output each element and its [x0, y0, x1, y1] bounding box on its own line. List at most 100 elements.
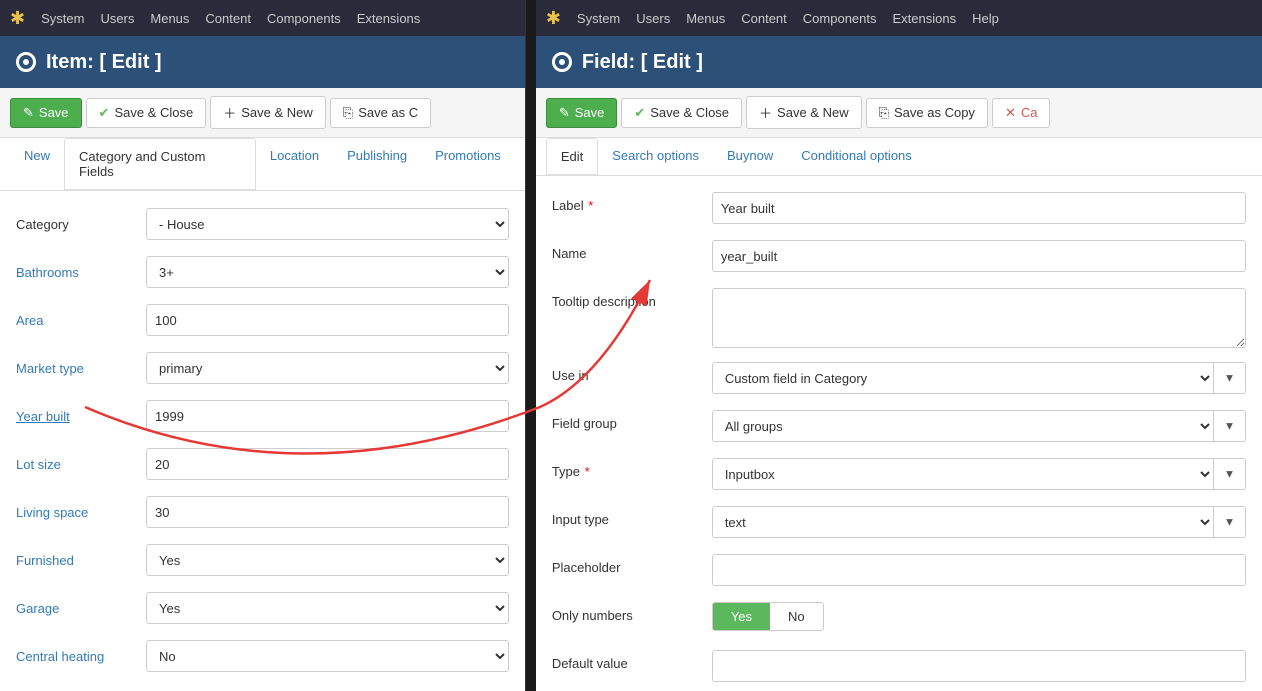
category-row: Category - House	[16, 207, 509, 241]
tab-location-left[interactable]: Location	[256, 138, 333, 190]
garage-row: Garage Yes No	[16, 591, 509, 625]
label-row: Label * Year built	[552, 192, 1246, 226]
placeholder-row: Placeholder	[552, 554, 1246, 588]
living-space-row: Living space	[16, 495, 509, 529]
plus-icon-right: ＋	[759, 103, 772, 122]
name-row: Name year_built	[552, 240, 1246, 274]
nav-content-left[interactable]: Content	[205, 11, 251, 26]
central-heating-row: Central heating No Yes	[16, 639, 509, 673]
field-group-label: Field group	[552, 410, 712, 431]
use-in-select[interactable]: Custom field in Category	[712, 362, 1214, 394]
use-in-row: Use in Custom field in Category ▾	[552, 362, 1246, 396]
nav-components-left[interactable]: Components	[267, 11, 341, 26]
tab-search-options-right[interactable]: Search options	[598, 138, 713, 175]
left-navbar: ✱ System Users Menus Content Components …	[0, 0, 525, 36]
type-dropdown-btn[interactable]: ▾	[1214, 458, 1246, 490]
save-close-button-right[interactable]: ✔ Save & Close	[621, 98, 742, 128]
label-field-label: Label *	[552, 192, 712, 213]
market-type-select[interactable]: primary	[146, 352, 509, 384]
field-group-dropdown-btn[interactable]: ▾	[1214, 410, 1246, 442]
label-field-input[interactable]: Year built	[712, 192, 1246, 224]
garage-select[interactable]: Yes No	[146, 592, 509, 624]
tab-new-left[interactable]: New	[10, 138, 64, 190]
nav-help-right[interactable]: Help	[972, 11, 999, 26]
default-value-label: Default value	[552, 650, 712, 671]
field-group-select[interactable]: All groups	[712, 410, 1214, 442]
right-content: Label * Year built Name year_built Toolt…	[536, 176, 1262, 691]
placeholder-input[interactable]	[712, 554, 1246, 586]
tab-edit-right[interactable]: Edit	[546, 138, 598, 176]
area-row: Area	[16, 303, 509, 337]
nav-extensions-left[interactable]: Extensions	[357, 11, 421, 26]
left-content: Category - House Bathrooms 3+ Area Marke…	[0, 191, 525, 691]
left-page-title: Item: [ Edit ]	[46, 51, 162, 74]
joomla-logo-right: ✱	[546, 9, 561, 27]
placeholder-label: Placeholder	[552, 554, 712, 575]
bathrooms-select[interactable]: 3+	[146, 256, 509, 288]
nav-system-left[interactable]: System	[41, 11, 84, 26]
nav-menus-right[interactable]: Menus	[686, 11, 725, 26]
type-select[interactable]: Inputbox	[712, 458, 1214, 490]
joomla-logo-left: ✱	[10, 9, 25, 27]
furnished-label[interactable]: Furnished	[16, 553, 146, 568]
area-input[interactable]	[146, 304, 509, 336]
nav-content-right[interactable]: Content	[741, 11, 787, 26]
tooltip-row: Tooltip description	[552, 288, 1246, 348]
only-numbers-no-btn[interactable]: No	[770, 603, 823, 630]
default-value-input[interactable]	[712, 650, 1246, 682]
use-in-dropdown-btn[interactable]: ▾	[1214, 362, 1246, 394]
input-type-dropdown-btn[interactable]: ▾	[1214, 506, 1246, 538]
save-button-left[interactable]: ✎ Save	[10, 98, 82, 128]
left-toolbar: ✎ Save ✔ Save & Close ＋ Save & New ⎘ Sav…	[0, 88, 525, 138]
living-space-label[interactable]: Living space	[16, 505, 146, 520]
tab-buynow-right[interactable]: Buynow	[713, 138, 787, 175]
save-new-button-right[interactable]: ＋ Save & New	[746, 96, 862, 129]
type-select-wrapper: Inputbox ▾	[712, 458, 1246, 490]
save-icon-right: ✎	[559, 105, 570, 121]
tab-promotions-left[interactable]: Promotions	[421, 138, 515, 190]
tab-conditional-right[interactable]: Conditional options	[787, 138, 926, 175]
save-new-button-left[interactable]: ＋ Save & New	[210, 96, 326, 129]
nav-system-right[interactable]: System	[577, 11, 620, 26]
save-as-button-left[interactable]: ⎘ Save as C	[330, 98, 431, 128]
living-space-input[interactable]	[146, 496, 509, 528]
panel-separator	[526, 0, 536, 691]
save-copy-button-right[interactable]: ⎘ Save as Copy	[866, 98, 988, 128]
year-built-input[interactable]	[146, 400, 509, 432]
bathrooms-label[interactable]: Bathrooms	[16, 265, 146, 280]
save-close-button-left[interactable]: ✔ Save & Close	[86, 98, 207, 128]
cancel-button-right[interactable]: ✕ Ca	[992, 98, 1051, 128]
lot-size-input[interactable]	[146, 448, 509, 480]
only-numbers-yes-btn[interactable]: Yes	[713, 603, 770, 630]
default-value-row: Default value	[552, 650, 1246, 684]
tooltip-label: Tooltip description	[552, 288, 712, 309]
use-in-label: Use in	[552, 362, 712, 383]
category-select[interactable]: - House	[146, 208, 509, 240]
central-heating-label[interactable]: Central heating	[16, 649, 146, 664]
use-in-select-wrapper: Custom field in Category ▾	[712, 362, 1246, 394]
input-type-row: Input type text ▾	[552, 506, 1246, 540]
left-tabs: New Category and Custom Fields Location …	[0, 138, 525, 191]
central-heating-select[interactable]: No Yes	[146, 640, 509, 672]
nav-extensions-right[interactable]: Extensions	[893, 11, 957, 26]
nav-users-left[interactable]: Users	[100, 11, 134, 26]
save-button-right[interactable]: ✎ Save	[546, 98, 618, 128]
field-group-select-wrapper: All groups ▾	[712, 410, 1246, 442]
input-type-select[interactable]: text	[712, 506, 1214, 538]
name-field-input[interactable]: year_built	[712, 240, 1246, 272]
left-page-title-bar: Item: [ Edit ]	[0, 36, 525, 88]
tooltip-textarea[interactable]	[712, 288, 1246, 348]
lot-size-row: Lot size	[16, 447, 509, 481]
market-type-label[interactable]: Market type	[16, 361, 146, 376]
nav-components-right[interactable]: Components	[803, 11, 877, 26]
area-label[interactable]: Area	[16, 313, 146, 328]
tab-category-left[interactable]: Category and Custom Fields	[64, 138, 256, 191]
furnished-select[interactable]: Yes No	[146, 544, 509, 576]
nav-menus-left[interactable]: Menus	[150, 11, 189, 26]
type-label: Type *	[552, 458, 712, 479]
tab-publishing-left[interactable]: Publishing	[333, 138, 421, 190]
garage-label[interactable]: Garage	[16, 601, 146, 616]
nav-users-right[interactable]: Users	[636, 11, 670, 26]
lot-size-label[interactable]: Lot size	[16, 457, 146, 472]
year-built-label[interactable]: Year built	[16, 409, 146, 424]
